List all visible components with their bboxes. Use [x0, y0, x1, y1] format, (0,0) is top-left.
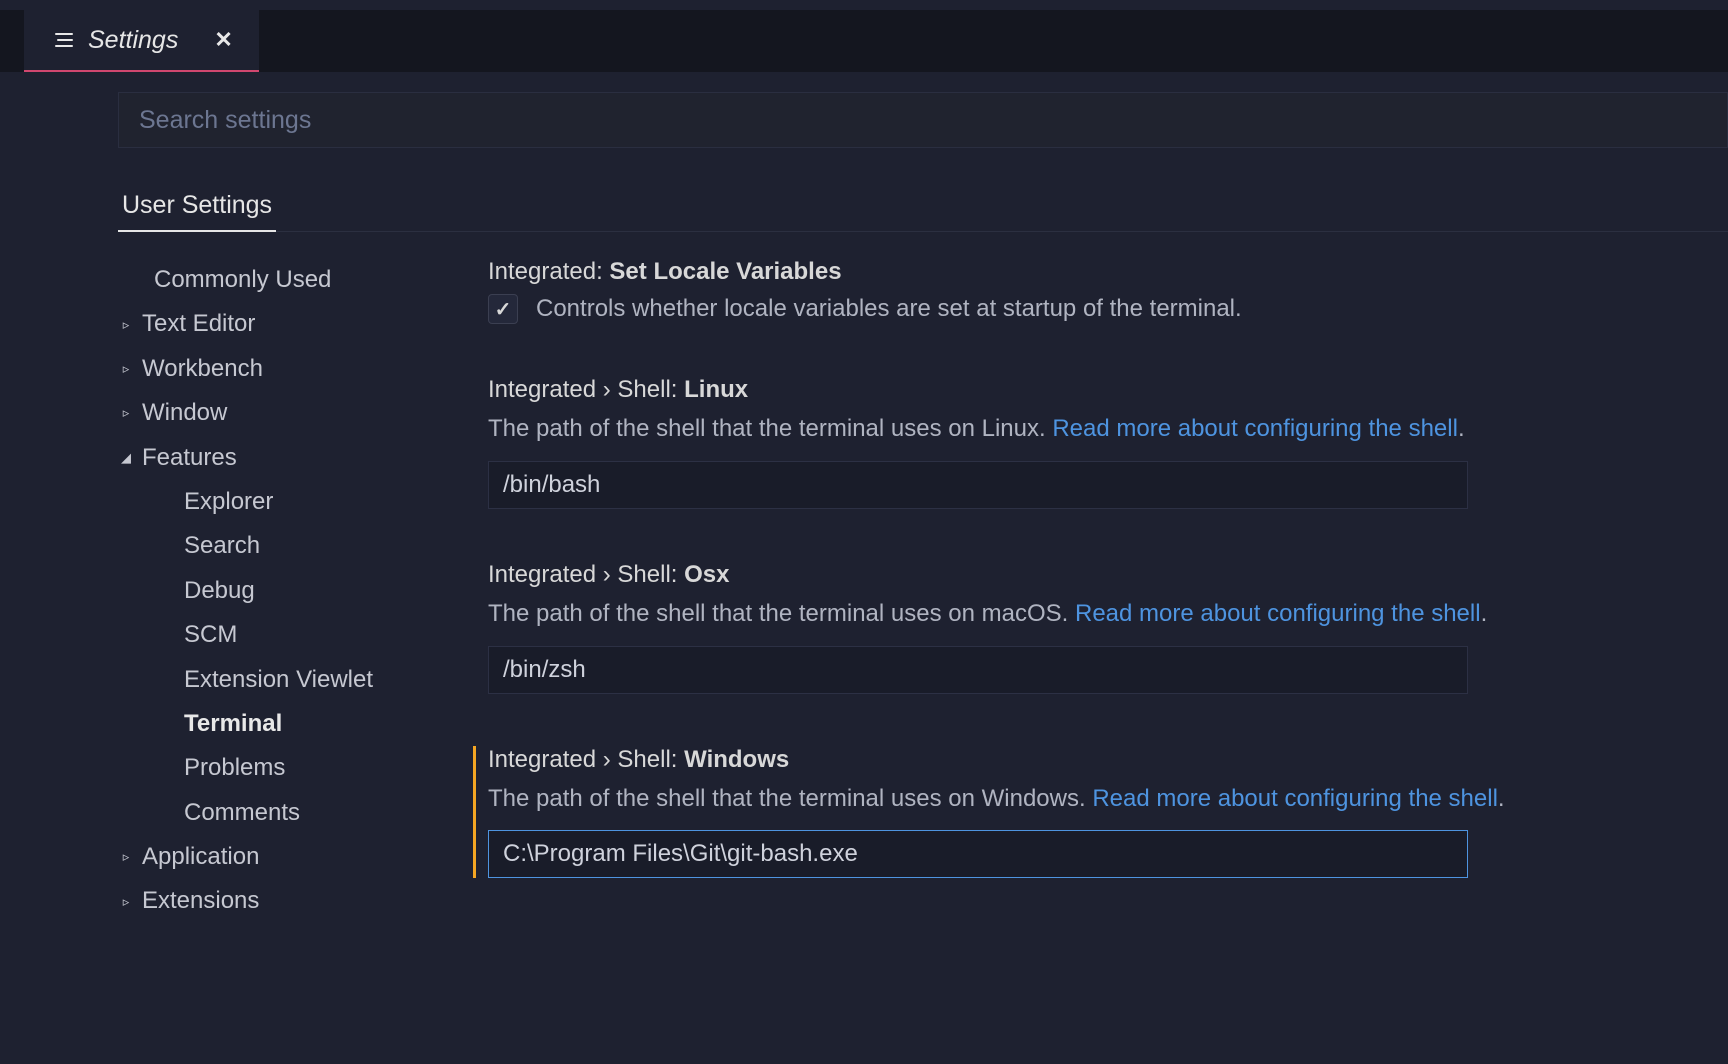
toc-item-search[interactable]: Search	[118, 524, 400, 568]
close-icon[interactable]: ✕	[214, 27, 232, 53]
link-configure-shell[interactable]: Read more about configuring the shell	[1075, 600, 1481, 627]
toc-item-scm[interactable]: SCM	[118, 613, 400, 657]
toc-item-extensions[interactable]: ▹ Extensions	[118, 879, 400, 923]
toc-item-terminal[interactable]: Terminal	[118, 702, 400, 746]
toc-label: Terminal	[184, 702, 282, 746]
chevron-right-icon: ▹	[118, 357, 134, 381]
toc-item-text-editor[interactable]: ▹ Text Editor	[118, 302, 400, 346]
toc-label: Window	[142, 391, 227, 435]
toc-label: Workbench	[142, 347, 263, 391]
setting-set-locale-variables: Integrated: Set Locale Variables ✓ Contr…	[488, 258, 1688, 324]
setting-description: The path of the shell that the terminal …	[488, 782, 1688, 817]
toc-item-commonly-used[interactable]: Commonly Used	[118, 258, 400, 302]
toc-label: Problems	[184, 746, 285, 790]
scope-user-settings[interactable]: User Settings	[118, 191, 276, 232]
toc-label: Explorer	[184, 480, 273, 524]
checkbox-set-locale[interactable]: ✓	[488, 294, 518, 324]
tab-bar: Settings ✕	[0, 10, 1728, 72]
setting-shell-linux: Integrated › Shell: Linux The path of th…	[488, 376, 1688, 509]
toc-label: Commonly Used	[154, 258, 331, 302]
setting-title: Integrated › Shell: Windows	[488, 746, 1688, 774]
setting-title: Integrated › Shell: Linux	[488, 376, 1688, 404]
setting-title: Integrated › Shell: Osx	[488, 561, 1688, 589]
link-configure-shell[interactable]: Read more about configuring the shell	[1052, 415, 1458, 442]
chevron-down-icon: ◢	[118, 446, 134, 470]
toc-item-window[interactable]: ▹ Window	[118, 391, 400, 435]
setting-description: Controls whether locale variables are se…	[536, 295, 1242, 323]
settings-main: Integrated: Set Locale Variables ✓ Contr…	[400, 258, 1728, 930]
input-shell-windows[interactable]	[488, 830, 1468, 878]
settings-toc: Commonly Used ▹ Text Editor ▹ Workbench ▹ Wind…	[0, 258, 400, 930]
toc-item-comments[interactable]: Comments	[118, 791, 400, 835]
setting-shell-osx: Integrated › Shell: Osx The path of the …	[488, 561, 1688, 694]
tab-title: Settings	[88, 26, 178, 55]
search-input[interactable]	[139, 106, 1707, 135]
chevron-right-icon: ▹	[118, 401, 134, 425]
toc-label: Extensions	[142, 879, 259, 923]
tab-settings[interactable]: Settings ✕	[24, 10, 259, 72]
toc-item-debug[interactable]: Debug	[118, 569, 400, 613]
setting-description: The path of the shell that the terminal …	[488, 597, 1688, 632]
toc-label: Comments	[184, 791, 300, 835]
setting-description: The path of the shell that the terminal …	[488, 412, 1688, 447]
toc-item-problems[interactable]: Problems	[118, 746, 400, 790]
toc-label: Application	[142, 835, 259, 879]
toc-label: Text Editor	[142, 302, 255, 346]
toc-label: Debug	[184, 569, 255, 613]
toc-item-application[interactable]: ▹ Application	[118, 835, 400, 879]
chevron-right-icon: ▹	[118, 890, 134, 914]
setting-title: Integrated: Set Locale Variables	[488, 258, 1688, 286]
toc-label: Search	[184, 524, 260, 568]
toc-label: Extension Viewlet	[184, 658, 373, 702]
input-shell-linux[interactable]	[488, 461, 1468, 509]
toc-label: Features	[142, 436, 237, 480]
search-settings-container	[118, 92, 1728, 148]
scope-tabs: User Settings	[118, 178, 1728, 232]
toc-item-workbench[interactable]: ▹ Workbench	[118, 347, 400, 391]
chevron-right-icon: ▹	[118, 845, 134, 869]
toc-item-explorer[interactable]: Explorer	[118, 480, 400, 524]
toc-label: SCM	[184, 613, 237, 657]
link-configure-shell[interactable]: Read more about configuring the shell	[1092, 785, 1498, 812]
toc-item-features[interactable]: ◢ Features	[118, 436, 400, 480]
list-icon	[54, 31, 74, 49]
input-shell-osx[interactable]	[488, 646, 1468, 694]
setting-shell-windows: Integrated › Shell: Windows The path of …	[473, 746, 1688, 879]
chevron-right-icon: ▹	[118, 313, 134, 337]
toc-item-extension-viewlet[interactable]: Extension Viewlet	[118, 658, 400, 702]
